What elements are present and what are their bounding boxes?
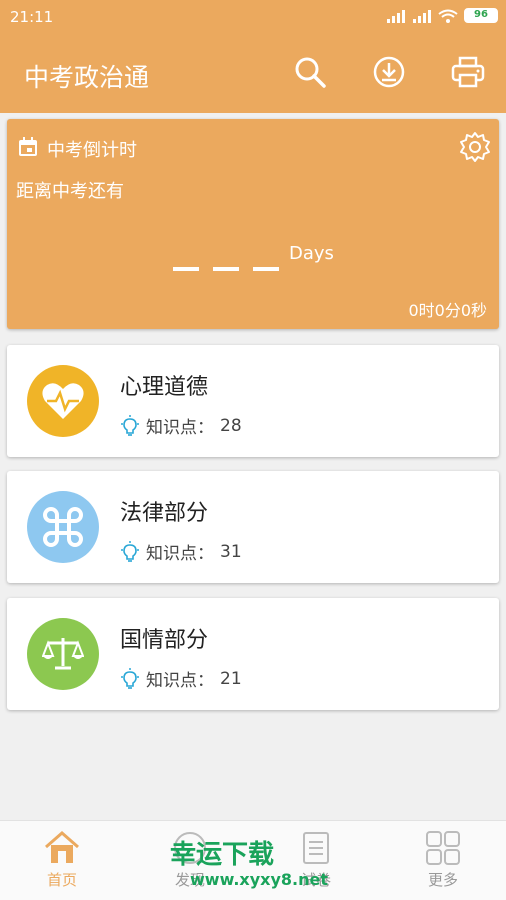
topic-card[interactable]: 心理道德 知识点： 28: [7, 345, 499, 457]
search-icon[interactable]: [292, 54, 328, 90]
home-icon: [45, 831, 79, 863]
app-bar: 21:11 96 中考政治通: [0, 0, 506, 113]
signal-icon: [387, 9, 405, 23]
calendar-icon: [19, 137, 37, 156]
scale-icon: [27, 618, 99, 690]
battery-indicator: 96: [464, 8, 498, 23]
app-title: 中考政治通: [24, 63, 150, 92]
heart-pulse-icon: [27, 365, 99, 437]
settings-icon[interactable]: [459, 131, 491, 163]
knowledge-count: 21: [220, 668, 242, 689]
topic-card[interactable]: 国情部分 知识点： 21: [7, 598, 499, 710]
watermark-url: www.xyxy8.net: [190, 870, 328, 889]
grid-icon: [426, 831, 460, 865]
nav-label: 更多: [427, 871, 458, 889]
exam-icon: [303, 832, 329, 864]
days-placeholder: [173, 267, 279, 271]
knowledge-count: 31: [220, 541, 242, 562]
topic-title: 法律部分: [120, 501, 209, 526]
lightbulb-icon: [121, 667, 139, 689]
knowledge-label: 知识点：: [146, 671, 214, 691]
countdown-title: 中考倒计时: [47, 140, 137, 161]
nav-label: 首页: [46, 871, 77, 889]
knowledge-label: 知识点：: [146, 544, 214, 564]
topic-meta: 知识点： 21: [120, 666, 242, 691]
digit-dash: [213, 267, 239, 271]
topic-title: 国情部分: [120, 628, 209, 653]
nav-item-home[interactable]: 首页: [22, 831, 102, 890]
topic-meta: 知识点： 28: [120, 413, 242, 438]
lightbulb-icon: [121, 414, 139, 436]
days-unit: Days: [289, 243, 334, 264]
countdown-card: 中考倒计时 距离中考还有 Days 0时0分0秒: [7, 119, 499, 329]
command-icon: [27, 491, 99, 563]
watermark-text: 幸运下载: [170, 840, 275, 870]
topic-meta: 知识点： 31: [120, 539, 242, 564]
digit-dash: [173, 267, 199, 271]
wifi-icon: [438, 9, 458, 23]
download-icon[interactable]: [371, 54, 407, 90]
status-bar: 21:11 96: [0, 0, 506, 34]
lightbulb-icon: [121, 540, 139, 562]
topic-card[interactable]: 法律部分 知识点： 31: [7, 471, 499, 583]
knowledge-count: 28: [220, 415, 242, 436]
print-icon[interactable]: [450, 54, 486, 90]
countdown-subtitle: 距离中考还有: [16, 181, 124, 202]
topic-title: 心理道德: [120, 375, 209, 400]
digit-dash: [253, 267, 279, 271]
knowledge-label: 知识点：: [146, 418, 214, 438]
time-remaining: 0时0分0秒: [408, 301, 487, 320]
nav-item-more[interactable]: 更多: [403, 831, 483, 890]
status-time: 21:11: [10, 8, 54, 26]
signal-icon: [413, 9, 431, 23]
status-icons: 96: [386, 8, 498, 23]
